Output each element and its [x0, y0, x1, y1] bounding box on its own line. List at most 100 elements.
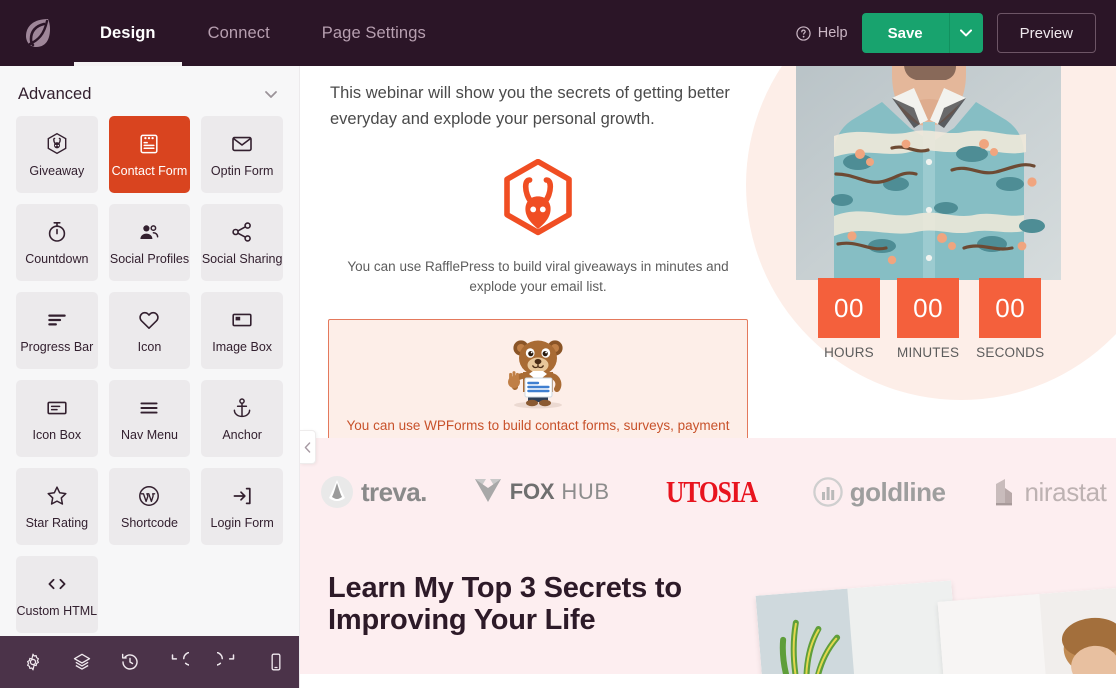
- tab-page-settings[interactable]: Page Settings: [296, 0, 452, 66]
- sidebar-collapse-handle[interactable]: [300, 430, 316, 464]
- widget-label: Contact Form: [111, 163, 188, 178]
- wpforms-bear-mascot: [508, 340, 563, 409]
- widget-tile-icon[interactable]: Icon: [108, 292, 191, 369]
- advanced-section-header[interactable]: Advanced: [16, 66, 283, 116]
- client-logo-goldline[interactable]: goldline: [813, 477, 946, 508]
- nirastat-label: nirastat: [1024, 476, 1107, 507]
- mobile-phone-icon: [271, 653, 281, 671]
- widget-label: Anchor: [222, 427, 262, 442]
- mobile-preview-button[interactable]: [253, 636, 300, 688]
- sidebar-footer-toolbar: [0, 636, 299, 688]
- app-logo[interactable]: [0, 0, 74, 66]
- stopwatch-icon: [48, 221, 66, 242]
- widget-tile-login-form[interactable]: Login Form: [201, 468, 283, 545]
- countdown-unit-minutes: 00 MINUTES: [897, 278, 960, 360]
- gear-icon: [27, 653, 40, 671]
- undo-button[interactable]: [156, 636, 203, 688]
- top-navigation-bar: Design Connect Page Settings Help Save P…: [0, 0, 1116, 66]
- canvas-left-column: This webinar will show you the secrets o…: [328, 80, 748, 438]
- envelope-icon: [232, 136, 252, 151]
- client-logo-foxhub[interactable]: FOX HUB: [473, 476, 610, 508]
- widget-tile-custom-html[interactable]: Custom HTML: [16, 556, 98, 633]
- widget-tile-icon-box[interactable]: Icon Box: [16, 380, 98, 457]
- plant-photo: [755, 580, 961, 674]
- people-icon: [140, 224, 159, 239]
- client-logo-utosia[interactable]: UTOSIA: [656, 474, 767, 510]
- widget-label: Star Rating: [25, 515, 89, 530]
- countdown-seconds-label: SECONDS: [976, 345, 1045, 360]
- widget-label: Giveaway: [29, 163, 85, 178]
- topbar-actions: Help Save Preview: [796, 0, 1116, 66]
- tilted-photo-collage[interactable]: [755, 572, 1116, 674]
- seedprod-leaf-logo: [26, 19, 50, 47]
- widget-tile-social-sharing[interactable]: Social Sharing: [201, 204, 283, 281]
- login-arrow-icon: [233, 487, 251, 504]
- countdown-hours-label: HOURS: [824, 345, 874, 360]
- widget-tile-star-rating[interactable]: Star Rating: [16, 468, 98, 545]
- person-photo: [937, 586, 1116, 674]
- widget-label: Nav Menu: [121, 427, 178, 442]
- workspace: Advanced Giveaway Contact Form Optin For…: [0, 66, 1116, 688]
- tab-connect[interactable]: Connect: [182, 0, 296, 66]
- widget-label: Login Form: [210, 515, 274, 530]
- widget-tile-social-profiles[interactable]: Social Profiles: [108, 204, 191, 281]
- layers-button[interactable]: [59, 636, 106, 688]
- rafflepress-caption[interactable]: You can use RafflePress to build viral g…: [328, 257, 748, 298]
- client-logos-row: treva. FOX HUB UTOSIA goldline nirastat: [320, 438, 1116, 546]
- help-button[interactable]: Help: [796, 25, 848, 41]
- countdown-hours-value: 00: [818, 278, 880, 338]
- webinar-lede-text[interactable]: This webinar will show you the secrets o…: [328, 80, 748, 133]
- code-brackets-icon: [48, 578, 66, 589]
- widget-tile-giveaway[interactable]: Giveaway: [16, 116, 98, 193]
- widget-tile-shortcode[interactable]: Shortcode: [108, 468, 191, 545]
- help-label: Help: [817, 25, 848, 41]
- wpforms-mascot-wrap: [343, 332, 733, 410]
- hamburger-menu-icon: [140, 402, 159, 414]
- blocks-sidebar: Advanced Giveaway Contact Form Optin For…: [0, 66, 300, 688]
- client-logo-nirastat[interactable]: nirastat: [991, 476, 1107, 508]
- secrets-section: Learn My Top 3 Secrets to Improving Your…: [300, 546, 1116, 674]
- widget-tile-nav-menu[interactable]: Nav Menu: [108, 380, 191, 457]
- widget-tile-countdown[interactable]: Countdown: [16, 204, 98, 281]
- widget-tile-anchor[interactable]: Anchor: [201, 380, 283, 457]
- countdown-unit-seconds: 00 SECONDS: [976, 278, 1044, 360]
- widget-label: Optin Form: [210, 163, 274, 178]
- rafflepress-block[interactable]: [328, 158, 748, 239]
- wpforms-promo-block[interactable]: You can use WPForms to build contact for…: [328, 319, 748, 438]
- client-logo-treva[interactable]: treva.: [320, 475, 427, 509]
- global-settings-button[interactable]: [10, 636, 57, 688]
- secrets-headline[interactable]: Learn My Top 3 Secrets to Improving Your…: [328, 572, 758, 637]
- clock-history-icon: [122, 653, 138, 670]
- countdown-timer[interactable]: 00 HOURS 00 MINUTES 00 SECONDS: [818, 278, 1044, 360]
- hero-photo-art: [796, 66, 1061, 280]
- countdown-unit-hours: 00 HOURS: [818, 278, 880, 360]
- countdown-seconds-value: 00: [979, 278, 1042, 338]
- preview-button[interactable]: Preview: [996, 13, 1096, 53]
- widget-tile-optin-form[interactable]: Optin Form: [201, 116, 283, 193]
- blocks-scroll-area[interactable]: Advanced Giveaway Contact Form Optin For…: [0, 66, 299, 636]
- revision-history-button[interactable]: [107, 636, 154, 688]
- page-canvas[interactable]: 00 HOURS 00 MINUTES 00 SECONDS This webi…: [300, 66, 1116, 688]
- redo-button[interactable]: [204, 636, 251, 688]
- chevron-down-icon[interactable]: [261, 84, 281, 104]
- form-clipboard-icon: [140, 134, 159, 154]
- utosia-label: UTOSIA: [665, 474, 758, 509]
- widget-label: Social Sharing: [201, 251, 283, 266]
- save-button[interactable]: Save: [861, 13, 949, 53]
- treva-mark-icon: [321, 476, 353, 508]
- nav-tabs: Design Connect Page Settings: [74, 0, 452, 66]
- widget-tile-contact-form[interactable]: Contact Form: [108, 116, 191, 193]
- foxhub-label-fox: FOX: [509, 479, 555, 504]
- countdown-minutes-value: 00: [897, 278, 960, 338]
- plant-photo-art: [755, 580, 961, 674]
- image-box-icon: [232, 313, 252, 327]
- foxhub-mark-icon: [474, 479, 501, 502]
- undo-icon: [171, 652, 189, 666]
- man-in-floral-shirt-photo[interactable]: [796, 66, 1061, 280]
- caret-down-icon: [960, 29, 973, 37]
- save-dropdown-button[interactable]: [948, 13, 983, 53]
- tab-design[interactable]: Design: [74, 0, 182, 66]
- widget-tile-image-box[interactable]: Image Box: [201, 292, 283, 369]
- treva-label: treva.: [361, 476, 427, 507]
- widget-tile-progress-bar[interactable]: Progress Bar: [16, 292, 98, 369]
